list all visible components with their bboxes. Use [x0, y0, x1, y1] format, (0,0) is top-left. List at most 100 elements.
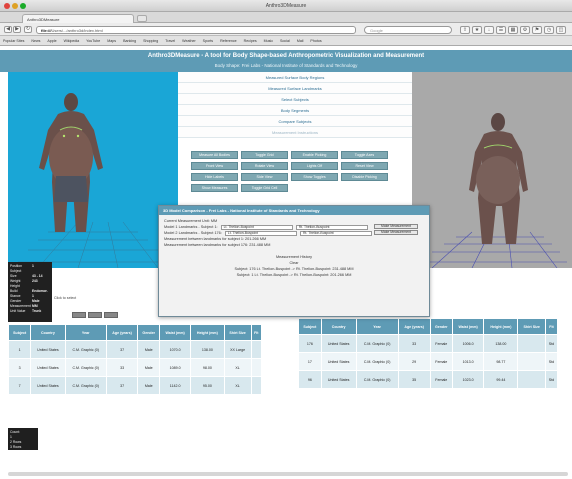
table-tab[interactable]: [72, 312, 86, 318]
reset-view-button[interactable]: Reset View: [341, 162, 388, 170]
column-header[interactable]: Year: [355, 318, 399, 335]
column-header[interactable]: Height (mm): [190, 324, 225, 341]
table-row[interactable]: 96 United States C.M. Graphic (0) 35 Female 1…: [298, 370, 559, 389]
bookmark-item[interactable]: Apple: [47, 39, 56, 43]
table-row[interactable]: 7 United States C.M. Graphic (0) 37 Male 1142…: [7, 376, 263, 395]
subject-info-panel: Position 1 Subject Size 43 - 14 Weight 243 Heig…: [8, 262, 52, 322]
new-tab-button[interactable]: [137, 15, 147, 22]
column-header[interactable]: Gender: [137, 324, 161, 341]
bookmark-item[interactable]: Reference: [220, 39, 237, 43]
bookmark-item[interactable]: News: [31, 39, 40, 43]
bookmark-item[interactable]: Social: [280, 39, 290, 43]
table-cell: C.M. Graphic (0): [64, 376, 107, 395]
table-cell: 33: [105, 358, 139, 377]
bookmark-item[interactable]: Popular Sites: [3, 39, 24, 43]
reader-icon[interactable]: ☰: [496, 26, 506, 34]
table-tab[interactable]: [88, 312, 102, 318]
bookmark-item[interactable]: YouTube: [86, 39, 100, 43]
menu-item-body-segments[interactable]: Body Segments: [178, 105, 412, 116]
menu-item-compare-subjects[interactable]: Compare Subjects: [178, 116, 412, 127]
table-cell: 1006.0: [451, 334, 485, 353]
column-header[interactable]: Age (years): [105, 324, 139, 341]
table-tab-strip: [72, 312, 118, 318]
column-header[interactable]: Country: [30, 324, 66, 341]
toggle-grid-cell-button[interactable]: Toggle Grid Cell: [241, 184, 288, 192]
column-header[interactable]: Subject: [7, 324, 32, 341]
model2-landmark-a-select[interactable]: Lt. Thelion-Buspoint: [224, 230, 297, 236]
front-view-button[interactable]: Front View: [191, 162, 238, 170]
column-header[interactable]: Fit: [544, 318, 559, 335]
history-icon[interactable]: ◷: [544, 26, 554, 34]
url-path: Users/.../anthro3d/index.html: [51, 28, 103, 33]
column-header[interactable]: Age (years): [397, 318, 431, 335]
table-cell: United States: [320, 370, 357, 389]
column-header[interactable]: Shirt Size: [223, 324, 252, 341]
column-header[interactable]: Waist (mm): [159, 324, 192, 341]
column-header[interactable]: Gender: [429, 318, 453, 335]
bookmark-item[interactable]: Travel: [165, 39, 175, 43]
reload-icon[interactable]: ↻: [24, 26, 32, 33]
back-icon[interactable]: ◀: [4, 26, 12, 33]
make-measurement-button-2[interactable]: Make Measurement: [374, 230, 418, 235]
rotate-view-button[interactable]: Rotate View: [241, 162, 288, 170]
menu-item-surface-regions[interactable]: Measured Surface Body Regions: [178, 72, 412, 83]
address-bar[interactable]: file:///Users/.../anthro3d/index.html: [36, 26, 356, 34]
lights-off-button[interactable]: Lights Off: [291, 162, 338, 170]
browser-tab[interactable]: Anthro3DMeasure: [22, 14, 134, 23]
bookmark-item[interactable]: Recipes: [244, 39, 257, 43]
disable-picking-button[interactable]: Disable Picking: [341, 173, 388, 181]
bookmark-item[interactable]: Banking: [123, 39, 136, 43]
model-viewer-left[interactable]: [8, 72, 178, 268]
bookmark-item[interactable]: Music: [264, 39, 273, 43]
bookmark-item[interactable]: Shopping: [143, 39, 158, 43]
extension-icon[interactable]: ⚑: [532, 26, 542, 34]
bookmark-item[interactable]: Photos: [310, 39, 321, 43]
bookmark-item[interactable]: Mail: [297, 39, 304, 43]
forward-icon[interactable]: ▶: [13, 26, 21, 33]
model1-landmark-a-select[interactable]: Lt. Thelion-Buspoint: [220, 224, 293, 230]
bookmark-item[interactable]: Weather: [182, 39, 196, 43]
bookmark-item[interactable]: Maps: [107, 39, 116, 43]
download-icon[interactable]: ↓: [484, 26, 494, 34]
column-header[interactable]: Height (mm): [483, 318, 519, 335]
table-tab[interactable]: [104, 312, 118, 318]
column-header[interactable]: Shirt Size: [517, 318, 546, 335]
toggle-axes-button[interactable]: Toggle Axes: [341, 151, 388, 159]
model2-landmark-b-select[interactable]: Rt. Thelion-Buspoint: [299, 230, 372, 236]
search-input[interactable]: Google: [364, 26, 452, 34]
bookmark-item[interactable]: Sports: [203, 39, 213, 43]
column-header[interactable]: Country: [320, 318, 357, 335]
row-count-box: Count: 1 2 Rows 3 Rows: [8, 428, 38, 450]
menu-item-measurement-instructions[interactable]: Measurement Instructions: [178, 127, 412, 138]
table-row[interactable]: 17 United States C.M. Graphic (0) 29 Female 1…: [298, 352, 559, 371]
bookmarks-icon[interactable]: ★: [472, 26, 482, 34]
column-header[interactable]: Subject: [298, 318, 322, 335]
show-toggles-button[interactable]: Show Toggles: [291, 173, 338, 181]
control-button-grid: Measure All Bodies Toggle Grid Enable Pi…: [191, 151, 391, 192]
table-row[interactable]: 176 United States C.M. Graphic (0) 33 Female…: [298, 334, 559, 353]
model1-landmark-b-select[interactable]: Rt. Thelion-Buspoint: [295, 224, 368, 230]
share-icon[interactable]: ⇧: [460, 26, 470, 34]
row-count-option[interactable]: 3 Rows: [10, 445, 36, 450]
side-view-button[interactable]: Side View: [241, 173, 288, 181]
page-menu-icon[interactable]: ▦: [508, 26, 518, 34]
menu-item-select-subjects[interactable]: Select Subjects: [178, 94, 412, 105]
column-header[interactable]: Waist (mm): [451, 318, 485, 335]
show-measures-button[interactable]: Show Measures: [191, 184, 238, 192]
table-cell: 29: [397, 352, 431, 371]
menu-item-surface-landmarks[interactable]: Measured Surface Landmarks: [178, 83, 412, 94]
hide-labels-button[interactable]: Hide Labels: [191, 173, 238, 181]
make-measurement-button-1[interactable]: Make Measurement: [374, 224, 418, 229]
settings-gear-icon[interactable]: ⚙: [520, 26, 530, 34]
table-row[interactable]: 1 United States C.M. Graphic (0) 37 Male 1070…: [7, 340, 263, 359]
horizontal-scrollbar[interactable]: [8, 472, 568, 476]
toggle-grid-button[interactable]: Toggle Grid: [241, 151, 288, 159]
column-header[interactable]: Fit: [250, 324, 263, 341]
column-header[interactable]: Year: [64, 324, 107, 341]
bookmark-item[interactable]: Wikipedia: [64, 39, 80, 43]
sidebar-icon[interactable]: ◫: [556, 26, 566, 34]
enable-picking-button[interactable]: Enable Picking: [291, 151, 338, 159]
measure-all-button[interactable]: Measure All Bodies: [191, 151, 238, 159]
table-row[interactable]: 3 United States C.M. Graphic (0) 33 Male 1089…: [7, 358, 263, 377]
model-viewer-right[interactable]: [412, 72, 572, 268]
